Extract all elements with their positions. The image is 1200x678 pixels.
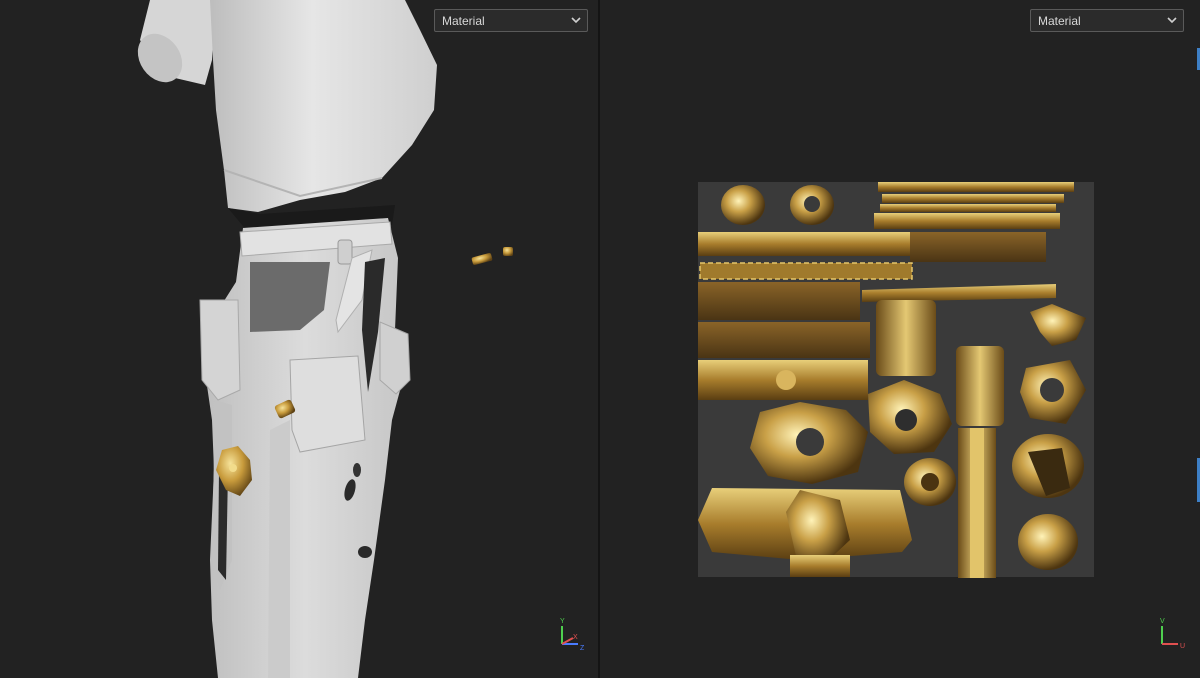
shading-mode-dropdown-3d[interactable]: Material — [434, 9, 588, 32]
thigh-pouch — [289, 355, 366, 453]
shirt-torso — [210, 0, 437, 212]
side-pouch-left — [199, 299, 241, 401]
viewport-3d[interactable]: Material Y X Z — [0, 0, 598, 678]
viewport-uv[interactable]: Material V U — [600, 0, 1200, 678]
side-pouch-back — [379, 321, 411, 395]
axis-gizmo-uv: V U — [1156, 614, 1188, 654]
shading-mode-dropdown-uv[interactable]: Material — [1030, 9, 1184, 32]
axis-y-label: Y — [560, 618, 565, 625]
axis-gizmo-3d: Y X Z — [556, 614, 588, 654]
uv-island — [721, 185, 765, 225]
shading-mode-value: Material — [442, 13, 485, 28]
axis-x-label: X — [573, 634, 578, 641]
shading-mode-value: Material — [1038, 13, 1081, 28]
axis-z-label: Z — [580, 645, 585, 652]
floating-gold-pieces — [471, 247, 513, 266]
character-model[interactable] — [0, 0, 598, 678]
uv-texture-map[interactable] — [600, 0, 1200, 678]
chevron-down-icon — [571, 17, 581, 24]
chevron-down-icon — [1167, 17, 1177, 24]
axis-u-label: U — [1180, 643, 1185, 650]
axis-v-label: V — [1160, 618, 1165, 625]
